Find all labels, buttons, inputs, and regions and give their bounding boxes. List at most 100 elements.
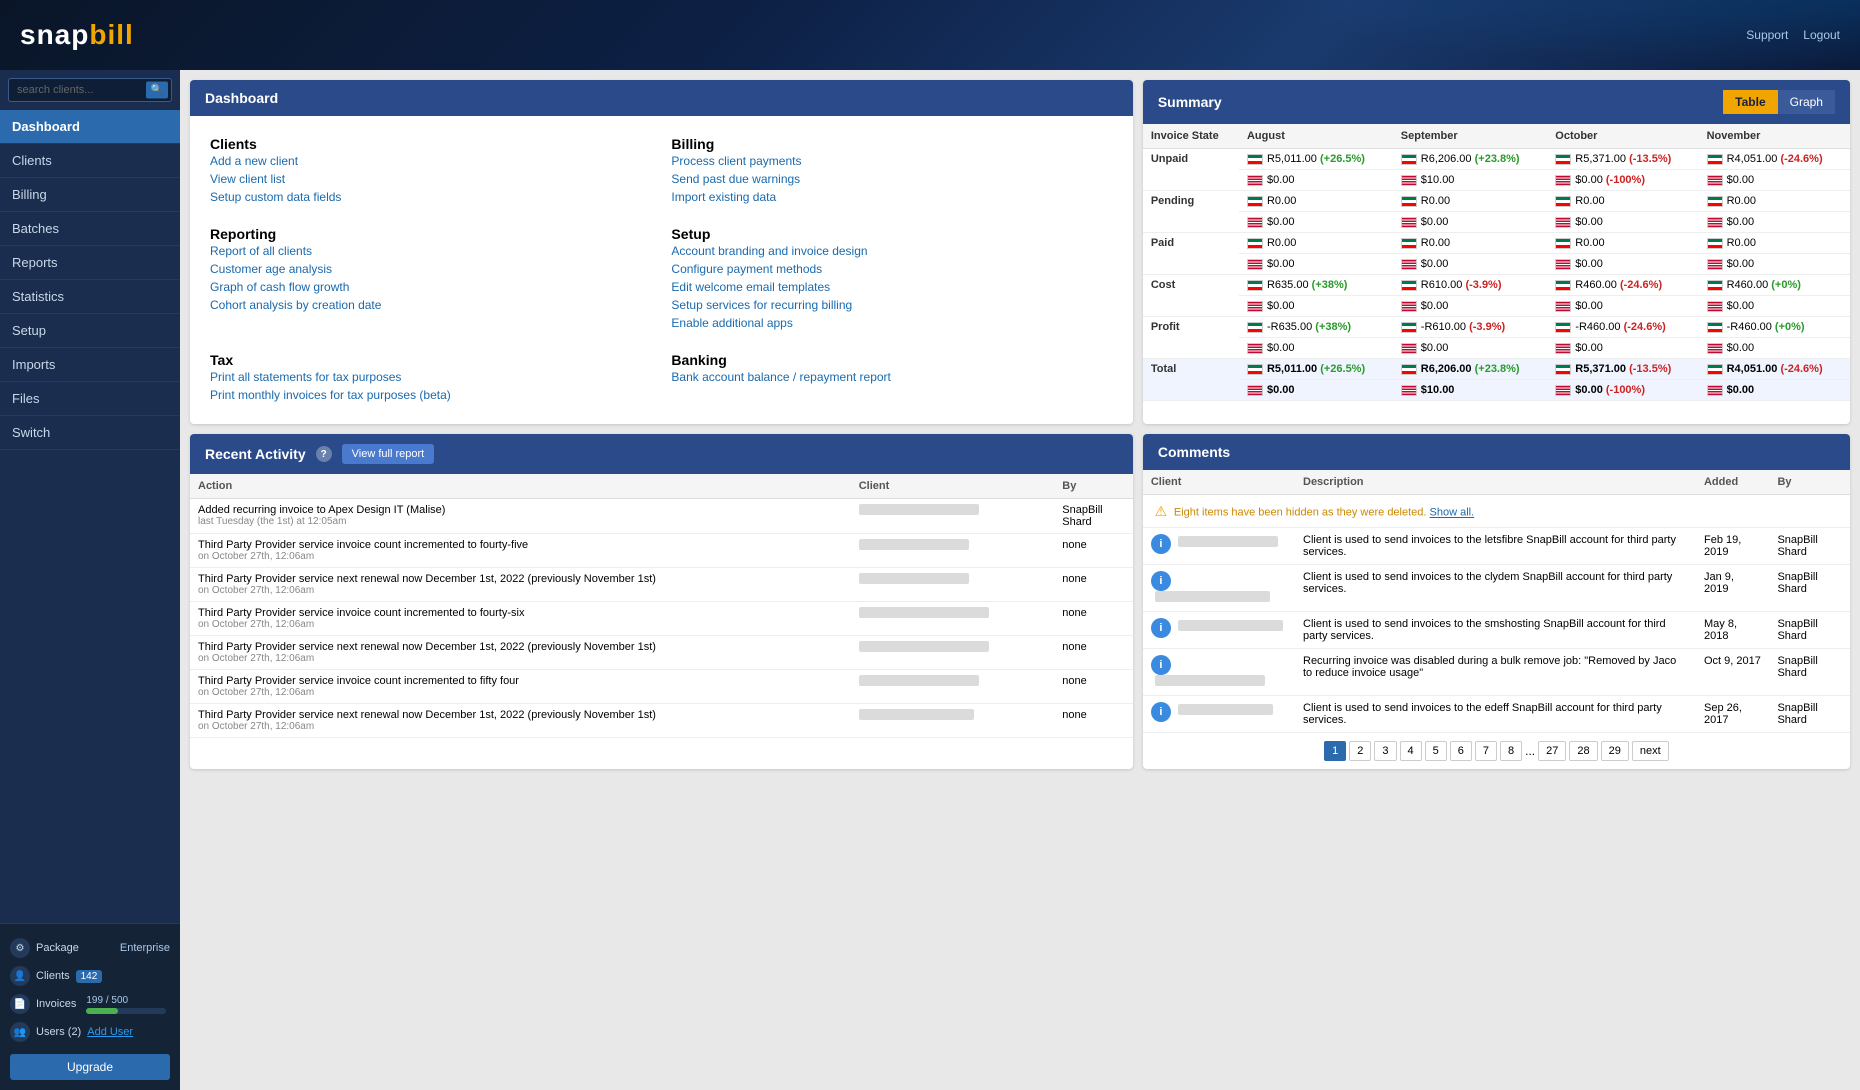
table-row: i Client is used to send invoices to the… — [1143, 612, 1850, 649]
cost-nov-za: R460.00 (+0%) — [1699, 275, 1850, 296]
unpaid-oct-us-chg: (-100%) — [1606, 174, 1645, 186]
flag-za — [1707, 154, 1723, 165]
support-link[interactable]: Support — [1746, 28, 1788, 42]
nav-item-clients[interactable]: Clients — [0, 144, 180, 178]
sidebar-nav: Dashboard Clients Billing Batches Report… — [0, 110, 180, 923]
warning-icon: ⚠ — [1151, 501, 1171, 521]
branding-link[interactable]: Account branding and invoice design — [671, 242, 1112, 260]
col-added: Added — [1696, 470, 1769, 495]
search-button[interactable]: 🔍 — [146, 82, 168, 99]
recurring-billing-link[interactable]: Setup services for recurring billing — [671, 296, 1112, 314]
summary-tab-table[interactable]: Table — [1723, 90, 1777, 114]
nav-item-dashboard[interactable]: Dashboard — [0, 110, 180, 144]
nav-item-statistics[interactable]: Statistics — [0, 280, 180, 314]
nav-item-imports[interactable]: Imports — [0, 348, 180, 382]
summary-tab-graph[interactable]: Graph — [1778, 90, 1835, 114]
pending-oct-za: R0.00 — [1547, 191, 1698, 212]
logout-link[interactable]: Logout — [1803, 28, 1840, 42]
cost-label: Cost — [1143, 275, 1239, 317]
nav-item-billing[interactable]: Billing — [0, 178, 180, 212]
page-7-button[interactable]: 7 — [1475, 741, 1497, 761]
summary-title: Summary — [1158, 94, 1222, 110]
client-name-blurred — [1155, 591, 1270, 602]
comment-added: Feb 19, 2019 — [1696, 528, 1769, 565]
page-27-button[interactable]: 27 — [1538, 741, 1566, 761]
age-analysis-link[interactable]: Customer age analysis — [210, 260, 651, 278]
view-full-button[interactable]: View full report — [342, 444, 435, 464]
comment-added: May 8, 2018 — [1696, 612, 1769, 649]
reporting-section: Reporting Report of all clients Customer… — [210, 226, 651, 332]
report-all-clients-link[interactable]: Report of all clients — [210, 242, 651, 260]
nav-item-setup[interactable]: Setup — [0, 314, 180, 348]
logo-bill: bill — [89, 19, 133, 50]
invoices-progress — [86, 1008, 166, 1014]
logo: snapbill — [20, 19, 134, 51]
view-client-list-link[interactable]: View client list — [210, 170, 651, 188]
comment-by: SnapBill Shard — [1769, 565, 1850, 612]
unpaid-sep-za-chg: (+23.8%) — [1475, 153, 1520, 165]
activity-by: none — [1054, 636, 1133, 670]
show-all-link[interactable]: Show all. — [1430, 507, 1475, 519]
page-2-button[interactable]: 2 — [1349, 741, 1371, 761]
page-1-button[interactable]: 1 — [1324, 741, 1346, 761]
package-icon: ⚙ — [10, 938, 30, 958]
add-client-link[interactable]: Add a new client — [210, 152, 651, 170]
col-invoice-state: Invoice State — [1143, 124, 1239, 149]
custom-fields-link[interactable]: Setup custom data fields — [210, 188, 651, 206]
add-user-button[interactable]: Add User — [87, 1026, 133, 1038]
activity-action: Third Party Provider service next renewa… — [190, 704, 851, 738]
pending-aug-us: $0.00 — [1239, 212, 1393, 233]
page-4-button[interactable]: 4 — [1400, 741, 1422, 761]
table-row: $0.00 $10.00 $0.00 (-100%) $0.00 — [1143, 170, 1850, 191]
activity-table: Action Client By Added recurring invoice… — [190, 474, 1133, 738]
page-28-button[interactable]: 28 — [1569, 741, 1597, 761]
tax-statements-link[interactable]: Print all statements for tax purposes — [210, 368, 651, 386]
nav-item-batches[interactable]: Batches — [0, 212, 180, 246]
summary-table-wrap: Invoice State August September October N… — [1143, 124, 1850, 401]
profit-sep-za: -R610.00 (-3.9%) — [1393, 317, 1548, 338]
page-3-button[interactable]: 3 — [1374, 741, 1396, 761]
activity-action: Third Party Provider service next renewa… — [190, 636, 851, 670]
total-oct-za: R5,371.00 (-13.5%) — [1547, 359, 1698, 380]
col-november: November — [1699, 124, 1850, 149]
past-due-link[interactable]: Send past due warnings — [671, 170, 1112, 188]
top-grid: Dashboard Clients Add a new client View … — [190, 80, 1850, 424]
page-29-button[interactable]: 29 — [1601, 741, 1629, 761]
summary-tabs: Table Graph — [1723, 90, 1835, 114]
profit-oct-za: -R460.00 (-24.6%) — [1547, 317, 1698, 338]
process-payments-link[interactable]: Process client payments — [671, 152, 1112, 170]
nav-item-switch[interactable]: Switch — [0, 416, 180, 450]
flag-us — [1401, 343, 1417, 354]
nav-item-files[interactable]: Files — [0, 382, 180, 416]
additional-apps-link[interactable]: Enable additional apps — [671, 314, 1112, 332]
bank-balance-link[interactable]: Bank account balance / repayment report — [671, 368, 1112, 386]
page-6-button[interactable]: 6 — [1450, 741, 1472, 761]
paid-nov-za: R0.00 — [1699, 233, 1850, 254]
client-name-blurred — [859, 641, 989, 652]
client-name-blurred — [859, 709, 974, 720]
reporting-heading: Reporting — [210, 226, 651, 242]
flag-za — [1401, 322, 1417, 333]
comment-by: SnapBill Shard — [1769, 696, 1850, 733]
payment-methods-link[interactable]: Configure payment methods — [671, 260, 1112, 278]
table-row: i Client is used to send invoices to the… — [1143, 696, 1850, 733]
total-sep-za: R6,206.00 (+23.8%) — [1393, 359, 1548, 380]
cohort-analysis-link[interactable]: Cohort analysis by creation date — [210, 296, 651, 314]
flag-us — [1247, 259, 1263, 270]
import-data-link[interactable]: Import existing data — [671, 188, 1112, 206]
paid-nov-us: $0.00 — [1699, 254, 1850, 275]
total-nov-za: R4,051.00 (-24.6%) — [1699, 359, 1850, 380]
activity-info-icon[interactable]: ? — [316, 446, 332, 462]
nav-item-reports[interactable]: Reports — [0, 246, 180, 280]
cost-oct-us: $0.00 — [1547, 296, 1698, 317]
page-next-button[interactable]: next — [1632, 741, 1669, 761]
cost-nov-us: $0.00 — [1699, 296, 1850, 317]
upgrade-button[interactable]: Upgrade — [10, 1054, 170, 1080]
tax-monthly-link[interactable]: Print monthly invoices for tax purposes … — [210, 386, 651, 404]
clients-heading: Clients — [210, 136, 651, 152]
page-5-button[interactable]: 5 — [1425, 741, 1447, 761]
cashflow-graph-link[interactable]: Graph of cash flow growth — [210, 278, 651, 296]
recent-activity-card: Recent Activity ? View full report Actio… — [190, 434, 1133, 769]
email-templates-link[interactable]: Edit welcome email templates — [671, 278, 1112, 296]
page-8-button[interactable]: 8 — [1500, 741, 1522, 761]
